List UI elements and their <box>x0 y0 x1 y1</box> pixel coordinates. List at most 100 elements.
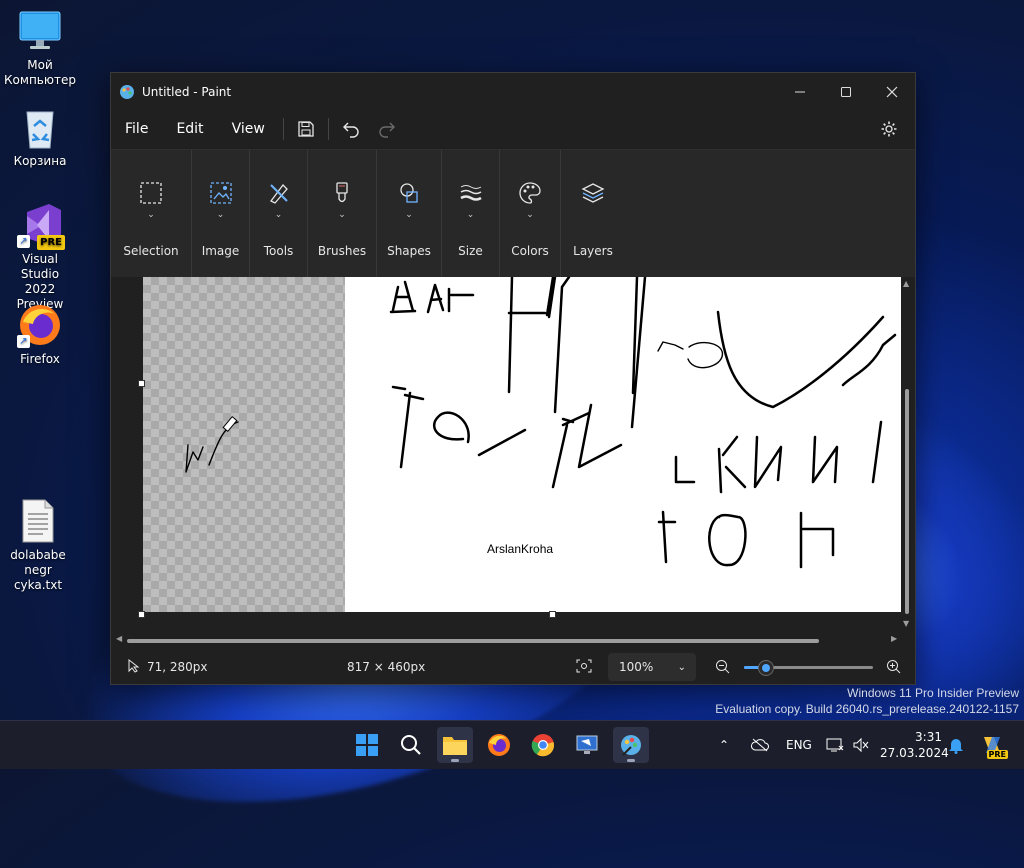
copilot-button[interactable]: PRE <box>980 721 1008 769</box>
ribbon-group-colors[interactable]: ⌄ Colors <box>500 150 561 278</box>
redo-icon <box>379 122 395 138</box>
desktop-icon-firefox[interactable]: ↗ Firefox <box>2 302 78 367</box>
text-file-icon <box>15 498 61 544</box>
scroll-right-icon[interactable]: ▶ <box>891 634 897 643</box>
language-indicator[interactable]: ENG <box>786 721 812 769</box>
fit-to-window-icon[interactable] <box>576 659 592 676</box>
remote-desktop-icon <box>576 735 598 754</box>
desktop-icon-label: dolababe <box>10 548 66 562</box>
desktop-icon-recycle-bin[interactable]: Корзина <box>2 104 78 169</box>
status-bar: 71, 280px 817 × 460px 100% ⌄ <box>111 650 915 684</box>
menu-file[interactable]: File <box>111 121 162 137</box>
ribbon-label: Size <box>458 244 483 258</box>
scrollbar-thumb[interactable] <box>127 639 819 643</box>
taskbar: ⌃ ENG 3:31 27.03.2024 PRE <box>0 720 1024 769</box>
close-button[interactable] <box>869 73 915 111</box>
minimize-button[interactable] <box>777 73 823 111</box>
menu-edit[interactable]: Edit <box>162 121 217 137</box>
desktop-icon-text-file[interactable]: dolababe negr cyka.txt <box>0 498 76 593</box>
recycle-bin-icon <box>17 104 63 150</box>
drawing-strokes <box>185 277 897 569</box>
ribbon-group-brushes[interactable]: ⌄ Brushes <box>308 150 377 278</box>
ribbon-group-tools[interactable]: ⌄ Tools <box>250 150 308 278</box>
clock[interactable]: 3:31 27.03.2024 <box>880 729 949 761</box>
drawing-canvas[interactable]: ArslanKroha <box>143 277 901 612</box>
volume-muted-icon <box>853 737 869 753</box>
firefox-icon <box>488 734 510 756</box>
start-button[interactable] <box>349 727 385 763</box>
zoom-in-icon[interactable] <box>886 659 902 678</box>
scroll-up-icon[interactable]: ▲ <box>903 279 909 288</box>
zoom-out-icon[interactable] <box>715 659 731 678</box>
desktop-icon-label: Корзина <box>13 154 67 168</box>
volume-status[interactable] <box>852 721 870 769</box>
zoom-slider-knob[interactable] <box>757 660 774 676</box>
desktop-icon-visual-studio[interactable]: PRE ↗ Visual Studio 2022 Preview <box>2 202 78 312</box>
taskbar-chrome[interactable] <box>525 727 561 763</box>
paint-app-icon <box>621 735 641 756</box>
ribbon-group-size[interactable]: ⌄ Size <box>442 150 500 278</box>
maximize-button[interactable] <box>823 73 869 111</box>
watermark-line: Evaluation copy. Build 26040.rs_prerelea… <box>715 702 1019 716</box>
chrome-icon <box>531 734 555 757</box>
save-button[interactable] <box>288 114 324 144</box>
taskbar-remote-desktop[interactable] <box>569 727 605 763</box>
scroll-left-icon[interactable]: ◀ <box>116 634 122 643</box>
taskbar-firefox[interactable] <box>481 727 517 763</box>
ribbon-group-image[interactable]: ⌄ Image <box>192 150 250 278</box>
paint-window: Untitled - Paint File Edit View ⌄ Select… <box>110 72 916 685</box>
resize-handle[interactable] <box>549 611 556 618</box>
ribbon-group-layers[interactable]: ⌄ Layers <box>561 150 625 278</box>
ribbon-label: Image <box>201 244 240 258</box>
paint-app-icon <box>119 84 135 100</box>
ribbon-group-selection[interactable]: ⌄ Selection <box>111 150 192 278</box>
cloud-offline-icon <box>751 738 769 752</box>
ribbon-group-shapes[interactable]: ⌄ Shapes <box>377 150 442 278</box>
desktop-icon-label: negr cyka.txt <box>13 563 63 592</box>
zoom-slider[interactable] <box>744 660 873 676</box>
clock-time: 3:31 <box>915 730 942 744</box>
redo-button[interactable] <box>369 114 405 144</box>
title-bar[interactable]: Untitled - Paint <box>111 73 915 111</box>
menu-bar: File Edit View <box>111 111 915 147</box>
canvas-size: 817 × 460px <box>347 660 426 674</box>
zoom-dropdown[interactable]: 100% ⌄ <box>608 653 696 681</box>
monitor-icon <box>17 8 63 54</box>
horizontal-scrollbar[interactable]: ◀ ▶ <box>111 634 915 648</box>
chevron-down-icon: ⌄ <box>526 210 534 220</box>
desktop-icon-label: Мой <box>27 58 53 72</box>
image-icon <box>209 178 233 208</box>
onedrive-status[interactable] <box>751 721 769 769</box>
taskbar-file-explorer[interactable] <box>437 727 473 763</box>
resize-handle[interactable] <box>138 611 145 618</box>
resize-handle[interactable] <box>138 380 145 387</box>
vertical-scrollbar[interactable]: ▲ ▼ <box>903 279 911 628</box>
desktop-icon-my-computer[interactable]: Мой Компьютер <box>2 8 78 88</box>
network-icon <box>826 738 844 752</box>
shortcut-arrow-icon: ↗ <box>17 335 30 348</box>
gear-icon <box>881 121 897 137</box>
notifications-button[interactable] <box>948 721 964 769</box>
chevron-down-icon: ⌄ <box>147 210 155 220</box>
ribbon-label: Tools <box>263 244 294 258</box>
folder-icon <box>443 737 467 755</box>
settings-button[interactable] <box>871 114 907 144</box>
chevron-down-icon: ⌄ <box>216 210 225 220</box>
scroll-down-icon[interactable]: ▼ <box>903 619 909 628</box>
network-status[interactable] <box>826 721 844 769</box>
layers-icon <box>581 178 605 208</box>
save-icon <box>298 121 314 137</box>
visual-studio-icon: PRE ↗ <box>17 202 65 250</box>
menu-divider <box>327 118 329 140</box>
copilot-icon: PRE <box>980 733 1008 759</box>
chevron-down-icon: ⌄ <box>466 210 475 220</box>
chevron-down-icon: ⌄ <box>274 210 283 220</box>
show-hidden-icons-button[interactable]: ⌃ <box>719 721 729 769</box>
windows-watermark: Windows 11 Pro Insider Preview Evaluatio… <box>715 685 1019 717</box>
desktop-icon-label: Firefox <box>20 352 60 366</box>
undo-button[interactable] <box>333 114 369 144</box>
menu-view[interactable]: View <box>218 121 279 137</box>
search-button[interactable] <box>393 727 429 763</box>
taskbar-paint[interactable] <box>613 727 649 763</box>
scrollbar-thumb[interactable] <box>905 389 909 614</box>
